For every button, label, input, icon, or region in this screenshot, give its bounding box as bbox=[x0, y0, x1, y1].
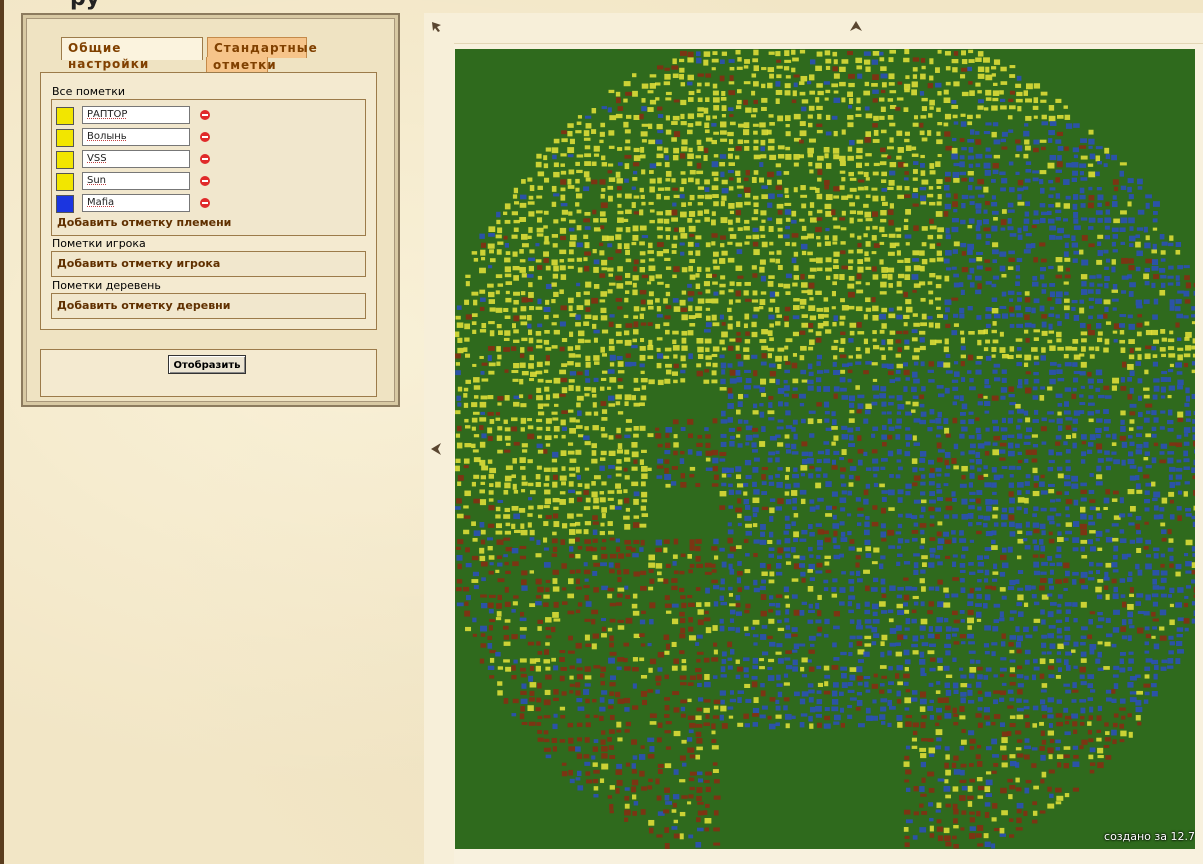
player-markers-label: Пометки игрока bbox=[52, 237, 146, 250]
tribe-markers-group: РАПТОР Волынь VSS Sun Mafia Добавить отм… bbox=[51, 99, 366, 236]
tribe-name-field[interactable]: Sun bbox=[82, 172, 190, 190]
add-tribe-marker-link[interactable]: Добавить отметку племени bbox=[57, 216, 231, 229]
remove-icon[interactable] bbox=[200, 198, 210, 208]
color-swatch[interactable] bbox=[56, 173, 74, 191]
remove-icon[interactable] bbox=[200, 110, 210, 120]
world-map-image bbox=[455, 49, 1195, 849]
creation-time-label: создано за 12.7 bbox=[1104, 830, 1195, 843]
tribe-marker-row: VSS bbox=[56, 150, 226, 170]
tribe-name-field[interactable]: Mafia bbox=[82, 194, 190, 212]
tab-general-settings[interactable]: Общие настройки bbox=[61, 37, 203, 71]
remove-icon[interactable] bbox=[200, 132, 210, 142]
tab-content-standard-markers: Все пометки РАПТОР Волынь VSS Sun Mafia … bbox=[40, 72, 377, 330]
tribe-marker-row: Волынь bbox=[56, 128, 226, 148]
player-markers-group: Добавить отметку игрока bbox=[51, 251, 366, 277]
left-border bbox=[0, 0, 4, 864]
page-title-fragment: ру bbox=[70, 0, 100, 11]
color-swatch[interactable] bbox=[56, 195, 74, 213]
world-map[interactable]: создано за 12.7 bbox=[455, 49, 1195, 849]
map-frame: создано за 12.7 bbox=[424, 13, 1203, 864]
tab-standard-label-line2: отметки bbox=[206, 57, 276, 73]
arrow-left-icon[interactable] bbox=[430, 442, 444, 456]
page: ру Общие настройки Стандартные отметки В… bbox=[0, 0, 1203, 864]
tribe-marker-row: РАПТОР bbox=[56, 106, 226, 126]
tab-standard-label-line1: Стандартные bbox=[214, 41, 318, 55]
tribe-name-field[interactable]: РАПТОР bbox=[82, 106, 190, 124]
arrow-up-icon[interactable] bbox=[849, 20, 863, 34]
tribe-name-field[interactable]: VSS bbox=[82, 150, 190, 168]
display-button[interactable]: Отобразить bbox=[168, 355, 246, 374]
all-markers-label: Все пометки bbox=[52, 85, 126, 98]
remove-icon[interactable] bbox=[200, 176, 210, 186]
settings-panel: Общие настройки Стандартные отметки Все … bbox=[21, 13, 400, 407]
tab-bar: Общие настройки Стандартные отметки bbox=[61, 36, 321, 74]
color-swatch[interactable] bbox=[56, 129, 74, 147]
add-village-marker-link[interactable]: Добавить отметку деревни bbox=[57, 299, 230, 312]
arrow-up-left-icon[interactable] bbox=[431, 21, 443, 33]
tribe-name-field[interactable]: Волынь bbox=[82, 128, 190, 146]
add-player-marker-link[interactable]: Добавить отметку игрока bbox=[57, 257, 220, 270]
tab-standard-markers[interactable]: Стандартные отметки bbox=[206, 37, 317, 73]
tribe-marker-row: Sun bbox=[56, 172, 226, 192]
map-top-bar bbox=[424, 13, 1203, 44]
tribe-marker-row: Mafia bbox=[56, 194, 226, 214]
color-swatch[interactable] bbox=[56, 151, 74, 169]
color-swatch[interactable] bbox=[56, 107, 74, 125]
village-markers-label: Пометки деревень bbox=[52, 279, 161, 292]
village-markers-group: Добавить отметку деревни bbox=[51, 293, 366, 319]
remove-icon[interactable] bbox=[200, 154, 210, 164]
display-box: Отобразить bbox=[40, 349, 377, 397]
